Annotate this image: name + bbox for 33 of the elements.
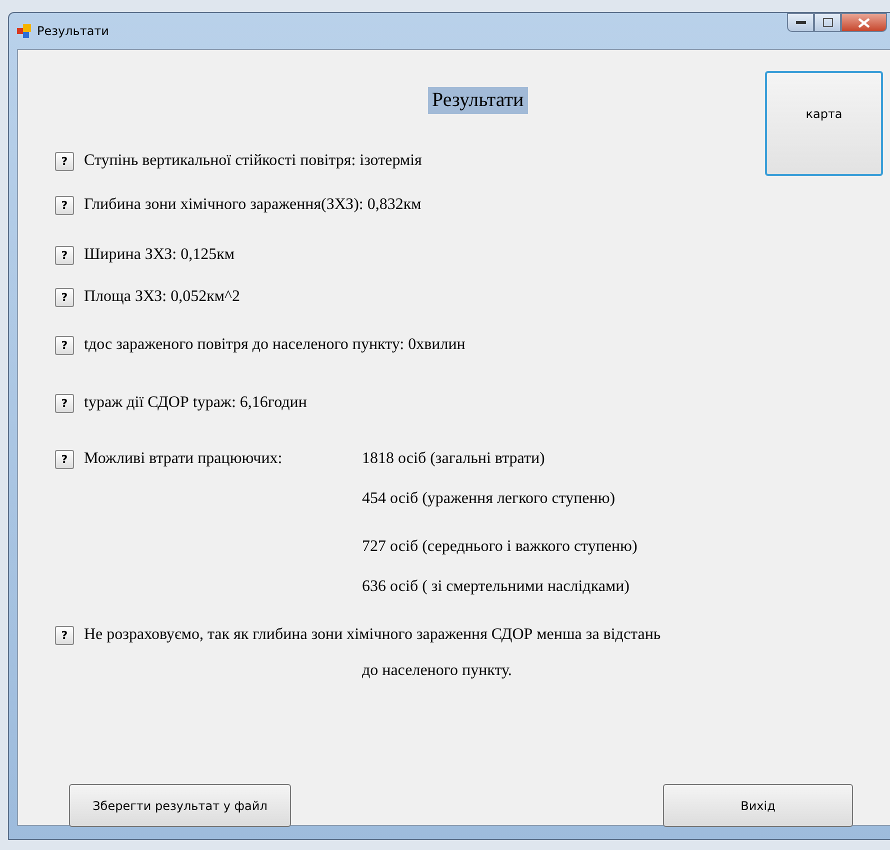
- help-button[interactable]: ?: [55, 288, 74, 306]
- minimize-icon: [796, 20, 806, 24]
- help-button[interactable]: ?: [55, 394, 74, 412]
- result-text: Глибина зони хімічного зараження(ЗХЗ): 0,832км: [84, 196, 422, 214]
- result-text: 1818 осіб (загальні втрати): [362, 450, 545, 468]
- result-text: до населеного пункту.: [362, 662, 512, 680]
- help-button[interactable]: ?: [55, 450, 74, 468]
- help-button[interactable]: ?: [55, 152, 74, 170]
- map-button[interactable]: карта: [765, 71, 883, 176]
- result-text: Площа ЗХЗ: 0,052км^2: [84, 288, 240, 306]
- maximize-button[interactable]: [814, 13, 841, 32]
- result-text: Ступінь вертикальної стійкості повітря: ізотермія: [84, 152, 422, 170]
- help-button[interactable]: ?: [55, 626, 74, 644]
- help-button[interactable]: ?: [55, 246, 74, 264]
- close-button[interactable]: [841, 13, 887, 32]
- window-title: Результати: [37, 24, 109, 38]
- result-text: 727 осіб (середнього і важкого ступеню): [362, 538, 638, 556]
- app-icon: [17, 24, 31, 38]
- result-text: 636 осіб ( зі смертельними наслідками): [362, 578, 630, 596]
- close-icon: [858, 18, 870, 28]
- result-text: tураж дії СДОР tураж: 6,16годин: [84, 394, 307, 412]
- result-text: 454 осіб (ураження легкого ступеню): [362, 490, 616, 508]
- exit-button[interactable]: Вихід: [663, 784, 853, 827]
- result-text: Не розраховуємо, так як глибина зони хімічного зараження СДОР менша за відстань: [84, 626, 661, 644]
- help-button[interactable]: ?: [55, 196, 74, 214]
- minimize-button[interactable]: [787, 13, 814, 32]
- maximize-icon: [822, 18, 832, 27]
- result-text: Ширина ЗХЗ: 0,125км: [84, 246, 234, 264]
- results-heading: Результати: [428, 87, 528, 114]
- help-button[interactable]: ?: [55, 336, 74, 354]
- save-button[interactable]: Зберегти результат у файл: [69, 784, 291, 827]
- result-text: tдос зараженого повітря до населеного пункту: 0хвилин: [84, 336, 466, 354]
- result-label: Можливі втрати працюючих:: [84, 450, 284, 468]
